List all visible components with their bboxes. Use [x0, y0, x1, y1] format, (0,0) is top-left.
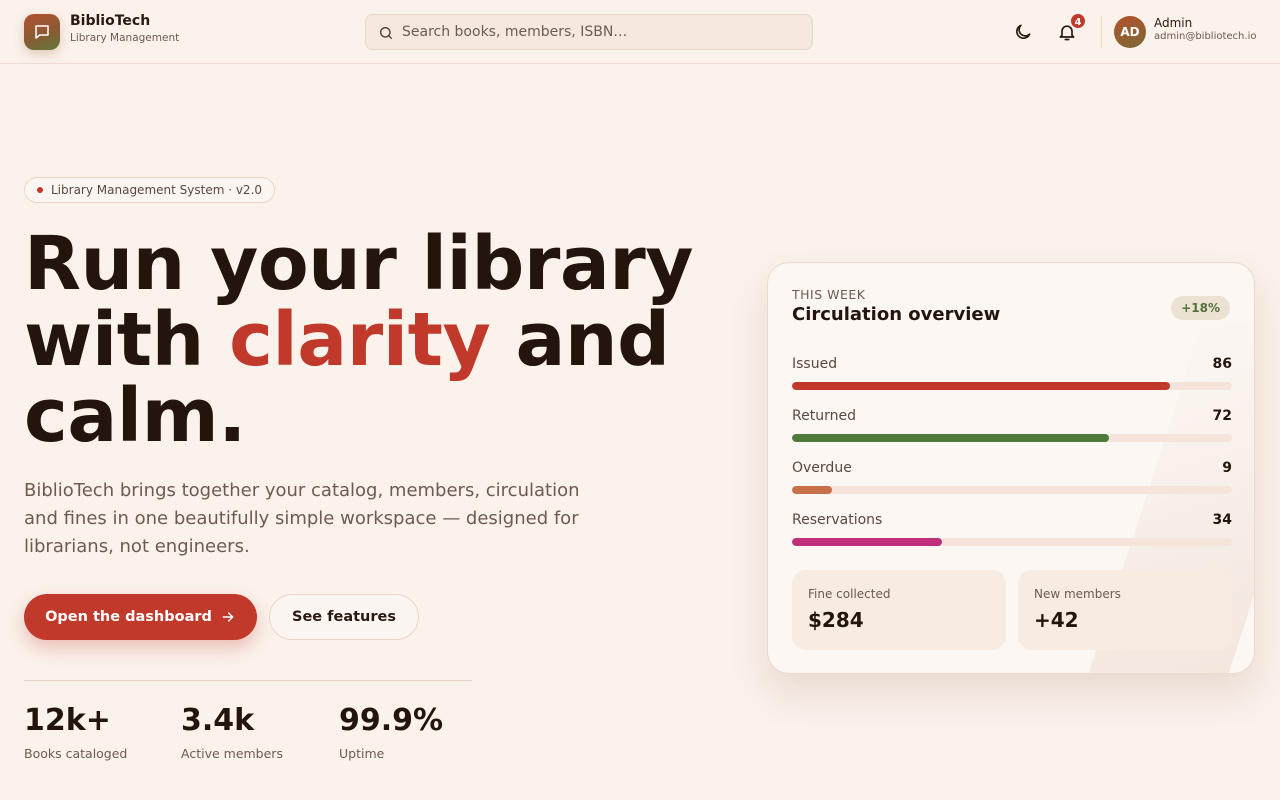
headline-accent: clarity [229, 297, 491, 383]
metric-value: 9 [1222, 460, 1232, 476]
metric-overdue: Overdue 9 [792, 460, 1232, 504]
progress-track [792, 486, 1232, 494]
open-dashboard-button[interactable]: Open the dashboard [24, 594, 257, 640]
progress-fill [792, 382, 1171, 390]
arrow-right-icon [222, 612, 234, 622]
see-features-button[interactable]: See features [269, 594, 419, 640]
stat-value: 99.9% [339, 703, 444, 738]
hero-description: BiblioTech brings together your catalog,… [24, 480, 580, 557]
progress-fill [792, 486, 832, 494]
progress-track [792, 434, 1232, 442]
stat-label: Books cataloged [24, 746, 128, 761]
user-email: admin@bibliotech.io [1154, 31, 1257, 42]
progress-track [792, 538, 1232, 546]
card-title: Circulation overview [792, 304, 1001, 325]
trend-badge: +18% [1171, 296, 1230, 320]
search-input[interactable] [402, 15, 802, 49]
metric-value: 86 [1212, 356, 1232, 372]
status-dot [37, 187, 43, 193]
open-dashboard-label: Open the dashboard [45, 609, 212, 625]
theme-toggle-button[interactable] [1009, 18, 1037, 46]
fine-collected-label: Fine collected [808, 587, 891, 601]
stat-members: 3.4k Active members [181, 702, 283, 761]
version-tag: Library Management System · v2.0 [24, 177, 275, 203]
top-bar: BiblioTech Library Management 4 AD Admin… [0, 0, 1280, 64]
progress-track [792, 382, 1232, 390]
stat-value: 3.4k [181, 703, 255, 738]
stat-books: 12k+ Books cataloged [24, 702, 127, 761]
fine-collected-value: $284 [808, 608, 864, 632]
brand-name: BiblioTech [70, 13, 151, 29]
avatar[interactable]: AD [1114, 16, 1146, 48]
stat-label: Active members [181, 746, 283, 761]
notifications-badge: 4 [1069, 12, 1087, 30]
metric-label: Returned [792, 408, 856, 424]
stat-uptime: 99.9% Uptime [339, 702, 443, 761]
metric-label: Reservations [792, 512, 883, 528]
metric-issued: Issued 86 [792, 356, 1232, 400]
headline-line-3: calm. [24, 373, 246, 459]
circulation-card: THIS WEEK Circulation overview +18% Issu… [767, 262, 1255, 674]
metric-label: Overdue [792, 460, 852, 476]
metric-reservations: Reservations 34 [792, 512, 1232, 556]
new-members-value: +42 [1034, 608, 1079, 632]
divider [1101, 16, 1102, 48]
stat-value: 12k+ [24, 703, 111, 738]
brand-subtitle: Library Management [70, 32, 180, 44]
progress-fill [792, 434, 1109, 442]
see-features-label: See features [292, 609, 396, 625]
search-box [365, 14, 813, 50]
chat-bubble-icon [35, 25, 49, 39]
stats-divider [24, 680, 472, 681]
progress-fill [792, 538, 942, 546]
hero-headline: Run your library with clarity and calm. [24, 226, 704, 454]
headline-with: with [24, 297, 204, 383]
new-members-label: New members [1034, 587, 1121, 601]
brand-logo[interactable] [24, 14, 60, 50]
version-tag-label: Library Management System · v2.0 [51, 183, 263, 197]
user-name[interactable]: Admin [1154, 16, 1192, 30]
headline-and: and [515, 297, 670, 383]
new-members-tile: New members +42 [1018, 570, 1232, 650]
search-icon [380, 27, 392, 39]
headline-line-1: Run your library [24, 221, 693, 307]
metric-returned: Returned 72 [792, 408, 1232, 452]
fine-collected-tile: Fine collected $284 [792, 570, 1006, 650]
metric-label: Issued [792, 356, 838, 372]
stat-label: Uptime [339, 746, 385, 761]
metric-value: 72 [1212, 408, 1232, 424]
card-eyebrow: THIS WEEK [792, 287, 866, 302]
metric-value: 34 [1212, 512, 1232, 528]
moon-icon [1016, 24, 1031, 39]
